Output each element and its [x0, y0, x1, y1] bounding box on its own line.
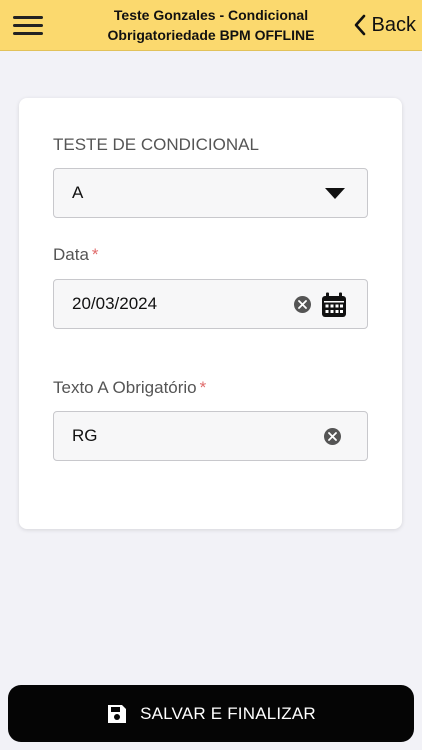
page-title: Teste Gonzales - Condicional Obrigatorie… [88, 5, 334, 45]
hamburger-icon [13, 15, 43, 19]
date-field[interactable]: 20/03/2024 [53, 279, 368, 329]
required-mark: * [199, 378, 207, 397]
condicional-label: TESTE DE CONDICIONAL [53, 135, 259, 154]
menu-button[interactable] [10, 10, 46, 40]
back-button[interactable]: Back [352, 10, 416, 40]
condicional-value: A [72, 183, 84, 202]
floppy-disk-icon [108, 704, 127, 723]
save-label: SALVAR E FINALIZAR [140, 703, 316, 723]
page-title-line1: Teste Gonzales - Condicional [113, 7, 309, 23]
clear-icon[interactable] [324, 428, 341, 445]
back-label: Back [371, 13, 416, 36]
page-title-line2: Obrigatoriedade BPM OFFLINE [107, 27, 315, 43]
required-mark: * [91, 245, 99, 264]
data-label: Data * [53, 245, 99, 264]
clear-icon[interactable] [294, 296, 311, 313]
condicional-select[interactable]: A [53, 168, 368, 218]
chevron-left-icon [354, 14, 365, 36]
caret-down-icon [325, 188, 345, 199]
app-header: Teste Gonzales - Condicional Obrigatorie… [0, 0, 422, 51]
texto-a-input[interactable]: RG [53, 411, 368, 461]
save-and-finish-button[interactable]: SALVAR E FINALIZAR [8, 685, 414, 742]
calendar-icon[interactable] [321, 292, 347, 318]
form-card: TESTE DE CONDICIONAL A Data * 20/03/2024 … [19, 98, 402, 529]
texto-a-value: RG [72, 426, 98, 445]
date-value: 20/03/2024 [72, 294, 158, 313]
texto-a-label: Texto A Obrigatório * [53, 378, 207, 397]
